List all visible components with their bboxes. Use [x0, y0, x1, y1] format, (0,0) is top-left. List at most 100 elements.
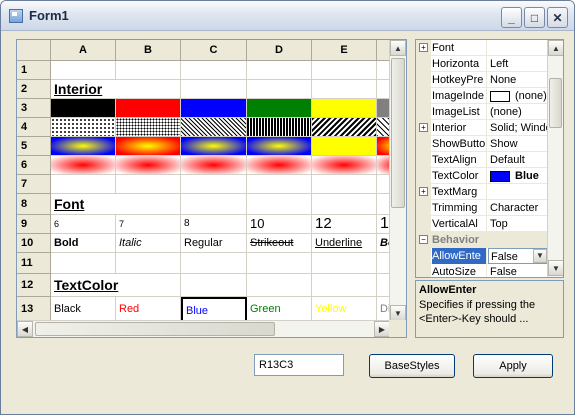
column-header[interactable]: A	[51, 40, 116, 61]
grid-cell[interactable]	[116, 194, 181, 215]
property-grid[interactable]: + Font Horizonta Left HotkeyPre None ImageInde…	[415, 39, 564, 278]
vertical-scrollbar[interactable]: ▲ ▼	[389, 40, 406, 322]
row-header[interactable]: 8	[17, 194, 51, 215]
interior-pattern-cell[interactable]	[116, 118, 181, 137]
column-header[interactable]: E	[312, 40, 377, 61]
row-header[interactable]: 10	[17, 234, 51, 253]
expand-icon[interactable]: +	[419, 123, 428, 132]
row-header[interactable]: 2	[17, 80, 51, 99]
property-value[interactable]: Default	[488, 152, 548, 168]
interior-pattern-cell[interactable]	[51, 118, 116, 137]
property-row[interactable]: + TextMarg	[416, 184, 548, 200]
interior-gradient-cell[interactable]	[51, 156, 116, 175]
column-header[interactable]: C	[181, 40, 247, 61]
row-header[interactable]: 13	[17, 297, 51, 322]
interior-solid-cell[interactable]	[181, 99, 247, 118]
grid-cell[interactable]	[312, 61, 377, 80]
interior-pattern-cell[interactable]	[312, 118, 377, 137]
grid-cell[interactable]	[116, 61, 181, 80]
interior-solid-cell[interactable]	[51, 99, 116, 118]
property-row[interactable]: Horizonta Left	[416, 56, 548, 72]
property-value[interactable]	[488, 184, 548, 200]
grid-cell[interactable]	[247, 80, 312, 99]
grid-cell[interactable]: 7	[116, 215, 181, 234]
expand-icon[interactable]: +	[419, 187, 428, 196]
property-row[interactable]: AllowEnte False ▼	[416, 248, 548, 264]
interior-gradient-cell[interactable]	[51, 137, 116, 156]
horizontal-scroll-thumb[interactable]	[35, 322, 275, 336]
row-header[interactable]: 3	[17, 99, 51, 118]
minimize-button[interactable]: _	[501, 7, 522, 28]
grid-cell[interactable]	[116, 80, 181, 99]
property-row[interactable]: VerticalAl Top	[416, 216, 548, 232]
expand-icon[interactable]: +	[419, 43, 428, 52]
interior-pattern-cell[interactable]	[181, 118, 247, 137]
grid-cell[interactable]: Bold	[51, 234, 116, 253]
grid-cell[interactable]: 6	[51, 215, 116, 234]
grid-cell[interactable]	[247, 194, 312, 215]
grid-cell[interactable]	[51, 61, 116, 80]
property-value[interactable]: False ▼	[488, 248, 548, 264]
property-value[interactable]: Show	[488, 136, 548, 152]
grid-cell[interactable]: Red	[116, 297, 181, 322]
row-header[interactable]: 11	[17, 253, 51, 274]
property-value[interactable]: Top	[488, 216, 548, 232]
cell-reference-field[interactable]: R13C3	[254, 354, 344, 376]
grid-cell[interactable]: Interior	[51, 80, 116, 99]
property-value[interactable]: Left	[488, 56, 548, 72]
property-row[interactable]: − Behavior	[416, 232, 548, 248]
grid-cell[interactable]: 12	[312, 215, 377, 234]
grid-cell[interactable]	[116, 274, 181, 297]
grid-cell[interactable]	[181, 175, 247, 194]
property-row[interactable]: AutoSize False	[416, 264, 548, 277]
grid-cell[interactable]	[51, 253, 116, 274]
scroll-left-icon[interactable]: ◀	[17, 321, 33, 337]
grid-cell[interactable]: 8	[181, 215, 247, 234]
column-header[interactable]: D	[247, 40, 312, 61]
basestyles-button[interactable]: BaseStyles	[369, 354, 455, 378]
scroll-down-icon[interactable]: ▼	[390, 305, 406, 321]
interior-gradient-cell[interactable]	[312, 137, 377, 156]
grid-cell[interactable]	[181, 274, 247, 297]
property-value[interactable]: (none)	[488, 88, 548, 104]
property-row[interactable]: TextColor Blue	[416, 168, 548, 184]
interior-gradient-cell[interactable]	[312, 156, 377, 175]
row-header[interactable]: 6	[17, 156, 51, 175]
grid-cell[interactable]	[181, 61, 247, 80]
spreadsheet-grid[interactable]: A B C D E 1 2 Interior 3 4 5 6 7 8 Font 9 6 7 8 10 12 1 10 Bold…	[16, 39, 407, 338]
column-header[interactable]: B	[116, 40, 181, 61]
close-button[interactable]: ✕	[547, 7, 568, 28]
interior-gradient-cell[interactable]	[181, 137, 247, 156]
grid-cell[interactable]: Black	[51, 297, 116, 322]
grid-cell[interactable]	[181, 194, 247, 215]
property-scroll-thumb[interactable]	[549, 78, 562, 128]
row-header[interactable]: 7	[17, 175, 51, 194]
grid-cell[interactable]: TextColor	[51, 274, 118, 297]
grid-cell[interactable]	[116, 253, 181, 274]
property-row[interactable]: TextAlign Default	[416, 152, 548, 168]
dropdown-arrow-icon[interactable]: ▼	[533, 249, 547, 263]
grid-cell[interactable]: Strikeout	[247, 234, 312, 253]
grid-cell[interactable]	[247, 253, 312, 274]
grid-cell[interactable]	[181, 253, 247, 274]
row-header[interactable]: 9	[17, 215, 51, 234]
row-header[interactable]: 5	[17, 137, 51, 156]
grid-cell[interactable]: Green	[247, 297, 312, 322]
property-row[interactable]: HotkeyPre None	[416, 72, 548, 88]
horizontal-scrollbar[interactable]: ◀ ▶	[17, 320, 391, 337]
interior-gradient-cell[interactable]	[116, 156, 181, 175]
grid-cell[interactable]: Yellow	[312, 297, 377, 322]
property-row[interactable]: + Font	[416, 40, 548, 56]
property-value[interactable]: Character	[488, 200, 548, 216]
interior-gradient-cell[interactable]	[247, 156, 312, 175]
grid-cell[interactable]	[312, 194, 377, 215]
property-value[interactable]: (none)	[488, 104, 548, 120]
interior-solid-cell[interactable]	[116, 99, 181, 118]
grid-cell[interactable]: 10	[247, 215, 312, 234]
grid-cell[interactable]	[181, 80, 247, 99]
property-value[interactable]: False	[488, 264, 548, 277]
interior-solid-cell[interactable]	[247, 99, 312, 118]
grid-cell[interactable]	[247, 175, 312, 194]
row-header[interactable]: 1	[17, 61, 51, 80]
property-value[interactable]: Blue	[488, 168, 548, 184]
